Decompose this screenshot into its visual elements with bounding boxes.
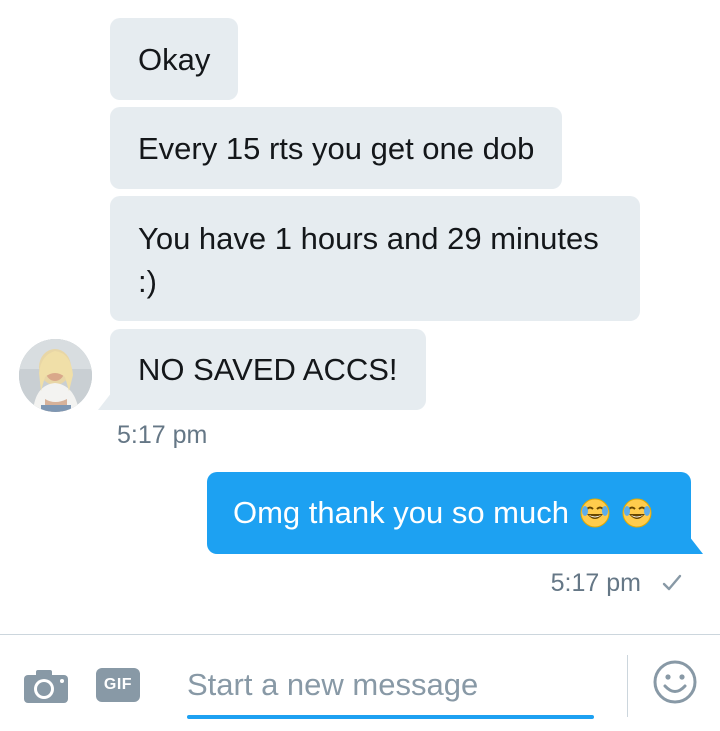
tears-of-joy-emoji-icon [621,497,653,529]
message-thread: Okay Every 15 rts you get one dob You ha… [0,0,720,634]
outgoing-message[interactable]: Omg thank you so much [207,472,703,554]
tears-of-joy-emoji-icon [579,497,611,529]
message-text: Omg thank you so much [233,495,569,530]
message-input-wrapper [187,655,594,719]
message-text: You have 1 hours and 29 minutes :) [138,220,599,299]
avatar[interactable] [19,339,92,412]
message-timestamp: 5:17 pm [550,569,641,597]
gif-button[interactable]: GIF [96,668,140,702]
message-text: NO SAVED ACCS! [138,352,398,387]
avatar-image [19,339,92,412]
input-focus-underline [187,715,594,719]
incoming-message[interactable]: Okay [110,18,239,100]
message-input[interactable] [187,655,594,715]
smiley-icon[interactable] [652,659,698,705]
incoming-message[interactable]: Every 15 rts you get one dob [110,107,563,189]
message-timestamp: 5:17 pm [117,421,208,449]
message-text: Every 15 rts you get one dob [138,130,535,166]
divider [627,655,628,717]
incoming-message[interactable]: NO SAVED ACCS! [98,329,426,410]
incoming-message[interactable]: You have 1 hours and 29 minutes :) [110,196,640,321]
sent-check-icon [662,574,682,591]
camera-icon[interactable] [22,667,70,705]
message-text: Okay [138,41,211,77]
message-composer: GIF [0,634,720,731]
